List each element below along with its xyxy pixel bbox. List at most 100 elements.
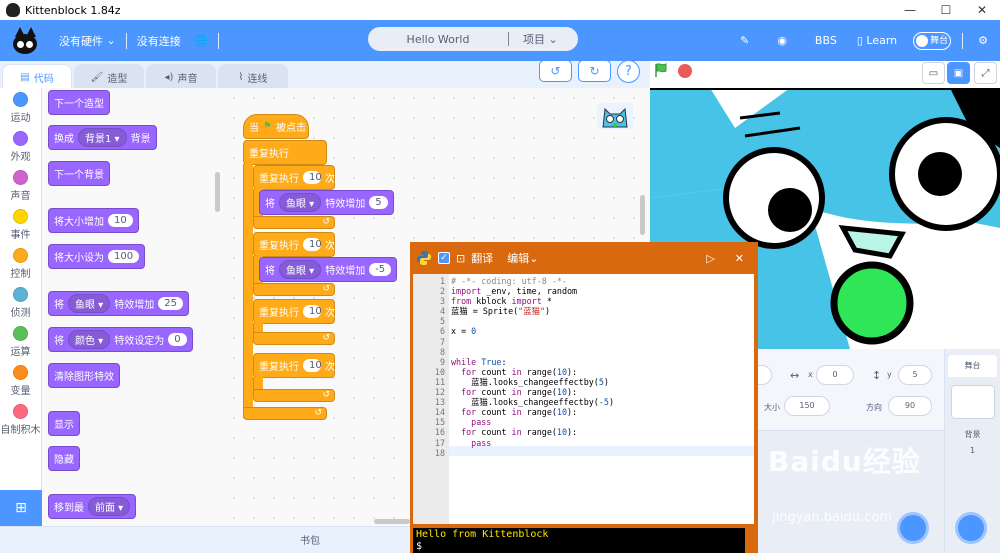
- choose-sprite-button[interactable]: [897, 512, 929, 544]
- repeat-block[interactable]: 重复执行 10 次: [253, 353, 335, 378]
- undo-button[interactable]: ↺: [539, 60, 572, 82]
- repeat-block[interactable]: 重复执行 10 次: [253, 299, 335, 324]
- x-input[interactable]: 0: [816, 365, 854, 385]
- settings-gear-icon[interactable]: ⚙: [966, 34, 1000, 47]
- menu-divider: [125, 32, 127, 49]
- choose-backdrop-button[interactable]: [955, 512, 987, 544]
- block-show[interactable]: 显示: [48, 411, 80, 436]
- tab-code[interactable]: ▤ 代码: [2, 64, 72, 90]
- script-hscrollbar[interactable]: [374, 519, 410, 524]
- category-sensing[interactable]: 侦测: [0, 283, 41, 322]
- block-set-effect[interactable]: 将颜色 ▾ 特效设定为 0: [48, 327, 193, 352]
- block-go-to-layer[interactable]: 移到最 前面 ▾: [48, 494, 137, 519]
- block-clear-effects[interactable]: 清除图形特效: [48, 363, 120, 388]
- block-switch-backdrop[interactable]: 换成 背景1 ▾ 背景: [48, 125, 157, 150]
- terminal-icon[interactable]: ⊡: [456, 252, 465, 265]
- connection-menu[interactable]: 没有连接: [130, 33, 188, 49]
- minimize-button[interactable]: —: [892, 3, 928, 17]
- block-next-backdrop[interactable]: 下一个背景: [48, 161, 110, 186]
- category-dot-icon: [13, 208, 28, 224]
- maximize-button[interactable]: ☐: [928, 3, 964, 17]
- add-extension-button[interactable]: ⊞: [0, 490, 42, 526]
- python-code-editor[interactable]: 1 2 3 4 5 6 7 8 9 10 11 12 13 14 15 16 17 18 # -*- coding…: [413, 274, 754, 524]
- size-input[interactable]: 150: [784, 396, 830, 416]
- green-flag-icon[interactable]: [654, 63, 668, 77]
- y-input[interactable]: 5: [898, 365, 932, 385]
- small-stage-button[interactable]: ▭: [922, 62, 945, 84]
- tab-costumes[interactable]: 🖌 造型: [74, 64, 144, 89]
- block-label: 特效增加: [114, 300, 155, 311]
- change-effect-block[interactable]: 将鱼眼 ▾ 特效增加 -5: [259, 257, 398, 282]
- repeat-count-input[interactable]: 10: [303, 359, 322, 372]
- code-lines[interactable]: # -*- coding: utf-8 -*- import _env, tim…: [451, 276, 751, 448]
- learn-link[interactable]: ▯ Learn: [851, 34, 903, 47]
- block-hide[interactable]: 隐藏: [48, 446, 80, 471]
- stage-toggle[interactable]: 舞台: [913, 31, 952, 50]
- category-sound[interactable]: 声音: [0, 166, 41, 205]
- fullscreen-button[interactable]: ⤢: [974, 62, 997, 84]
- category-events[interactable]: 事件: [0, 205, 41, 244]
- number-input[interactable]: 10: [108, 214, 133, 227]
- project-menu[interactable]: 项目 ⌄: [523, 31, 558, 47]
- pencil-icon[interactable]: ✎: [726, 34, 763, 47]
- palette-scrollbar[interactable]: [215, 172, 220, 212]
- redo-button[interactable]: ↻: [578, 60, 611, 82]
- number-input[interactable]: 0: [168, 333, 187, 346]
- when-flag-clicked-block[interactable]: 当 ⚑ 被点击: [243, 114, 309, 139]
- repeat-count-input[interactable]: 10: [303, 305, 322, 318]
- block-next-costume[interactable]: 下一个造型: [48, 90, 110, 115]
- category-looks[interactable]: 外观: [0, 127, 41, 166]
- stage-thumbnail[interactable]: [950, 385, 995, 419]
- repeat-count-input[interactable]: 10: [303, 171, 322, 184]
- tab-wiring[interactable]: ⌇ 连线: [218, 64, 288, 89]
- block-label: 重复执行: [259, 241, 299, 252]
- category-my-blocks[interactable]: 自制积木: [0, 400, 41, 439]
- effect-dropdown[interactable]: 颜色 ▾: [68, 330, 111, 349]
- extension-icon: ⊞: [15, 500, 27, 516]
- category-control[interactable]: 控制: [0, 244, 41, 283]
- backdrop-dropdown[interactable]: 背景1 ▾: [78, 128, 127, 147]
- translate-button[interactable]: 翻译: [471, 250, 493, 266]
- forever-block[interactable]: 重复执行: [243, 140, 327, 165]
- edit-menu[interactable]: 编辑⌄: [507, 250, 538, 266]
- block-change-effect[interactable]: 将鱼眼 ▾ 特效增加 25: [48, 291, 189, 316]
- close-window-button[interactable]: ✕: [964, 3, 1000, 17]
- kittenblock-logo-icon[interactable]: [12, 26, 38, 55]
- sync-checkbox[interactable]: ✓: [438, 252, 450, 264]
- category-variables[interactable]: 变量: [0, 361, 41, 400]
- camera-icon[interactable]: ◉: [763, 34, 801, 47]
- script-vscrollbar[interactable]: [640, 195, 645, 235]
- number-input[interactable]: -5: [369, 263, 392, 276]
- globe-icon[interactable]: 🌐: [188, 34, 216, 47]
- repeat-foot: ↺: [253, 283, 335, 296]
- python-console[interactable]: Hello from Kittenblock $: [413, 528, 745, 553]
- console-prompt: $: [416, 541, 423, 552]
- effect-dropdown[interactable]: 鱼眼 ▾: [68, 294, 111, 313]
- category-operators[interactable]: 运算: [0, 322, 41, 361]
- number-input[interactable]: 5: [369, 196, 388, 209]
- number-input[interactable]: 25: [158, 297, 183, 310]
- effect-dropdown[interactable]: 鱼眼 ▾: [279, 260, 322, 279]
- normal-stage-button[interactable]: ▣: [947, 62, 970, 84]
- effect-dropdown[interactable]: 鱼眼 ▾: [279, 193, 322, 212]
- layer-dropdown[interactable]: 前面 ▾: [88, 497, 131, 516]
- repeat-block[interactable]: 重复执行 10 次: [253, 232, 335, 257]
- category-label: 外观: [10, 151, 31, 163]
- tab-sounds[interactable]: ◂) 声音: [146, 64, 216, 89]
- stop-icon[interactable]: [678, 64, 692, 78]
- repeat-block[interactable]: 重复执行 10 次: [253, 165, 335, 190]
- play-icon[interactable]: ▷: [706, 252, 714, 265]
- close-panel-button[interactable]: ✕: [735, 252, 744, 265]
- help-button[interactable]: ?: [617, 60, 640, 83]
- block-label: 被点击: [275, 123, 306, 134]
- repeat-count-input[interactable]: 10: [303, 238, 322, 251]
- number-input[interactable]: 100: [108, 250, 140, 263]
- project-title-input[interactable]: Hello World: [368, 33, 508, 46]
- hardware-menu[interactable]: 没有硬件 ⌄: [52, 33, 123, 49]
- category-motion[interactable]: 运动: [0, 88, 41, 127]
- direction-input[interactable]: 90: [888, 396, 932, 416]
- bbs-link[interactable]: BBS: [801, 34, 851, 47]
- change-effect-block[interactable]: 将鱼眼 ▾ 特效增加 5: [259, 190, 394, 215]
- block-change-size[interactable]: 将大小增加 10: [48, 208, 139, 233]
- block-set-size[interactable]: 将大小设为 100: [48, 244, 146, 269]
